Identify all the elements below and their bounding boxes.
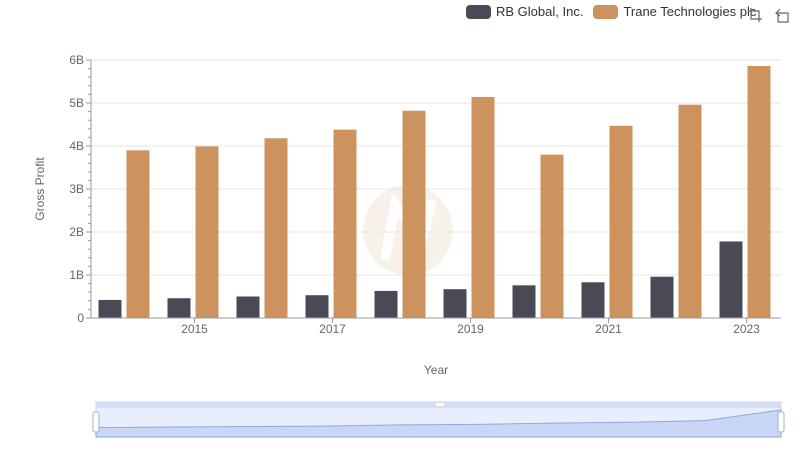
x-tick-label: 2019 (457, 322, 484, 336)
slider-handle-right[interactable] (777, 411, 785, 433)
y-tick-label: 5B (69, 96, 84, 110)
bar-trane-2018[interactable] (402, 110, 426, 319)
y-tick-label: 2B (69, 225, 84, 239)
bar-trane-2016[interactable] (264, 138, 288, 318)
bar-trane-2021[interactable] (609, 125, 633, 318)
bar-rb-global-2022[interactable] (650, 276, 674, 318)
data-zoom-slider[interactable] (92, 401, 785, 438)
bar-trane-2020[interactable] (540, 154, 564, 318)
bar-trane-2017[interactable] (333, 129, 357, 318)
y-tick-label: 4B (69, 139, 84, 153)
x-tick-label: 2015 (181, 322, 208, 336)
bar-trane-2022[interactable] (678, 104, 702, 318)
y-tick-label: 6B (69, 53, 84, 67)
bar-rb-global-2014[interactable] (98, 299, 122, 318)
y-tick-label: 0 (77, 311, 84, 325)
x-tick-label: 2017 (319, 322, 346, 336)
bar-rb-global-2015[interactable] (167, 298, 191, 318)
bar-rb-global-2023[interactable] (719, 241, 743, 318)
y-axis-title: Gross Profit (33, 157, 47, 221)
bar-rb-global-2017[interactable] (305, 295, 329, 318)
bar-rb-global-2016[interactable] (236, 296, 260, 319)
bar-trane-2015[interactable] (195, 146, 219, 318)
bar-rb-global-2021[interactable] (581, 282, 605, 318)
chart: 0 1B 2B 3B 4B 5B 6B 2015 2017 2019 2021 2023 Year Gro… (33, 53, 785, 438)
x-axis-title: Year (424, 363, 448, 377)
bar-trane-2014[interactable] (126, 150, 150, 318)
x-tick-label: 2023 (733, 322, 760, 336)
x-tick-label: 2021 (595, 322, 622, 336)
y-tick-label: 1B (69, 268, 84, 282)
bar-rb-global-2020[interactable] (512, 285, 536, 318)
slider-grip[interactable] (436, 403, 444, 406)
bar-trane-2019[interactable] (471, 96, 495, 318)
y-tick-label: 3B (69, 182, 84, 196)
bar-rb-global-2019[interactable] (443, 289, 467, 318)
slider-handle-left[interactable] (92, 411, 100, 433)
bar-rb-global-2018[interactable] (374, 290, 398, 318)
bar-trane-2023[interactable] (747, 66, 771, 319)
